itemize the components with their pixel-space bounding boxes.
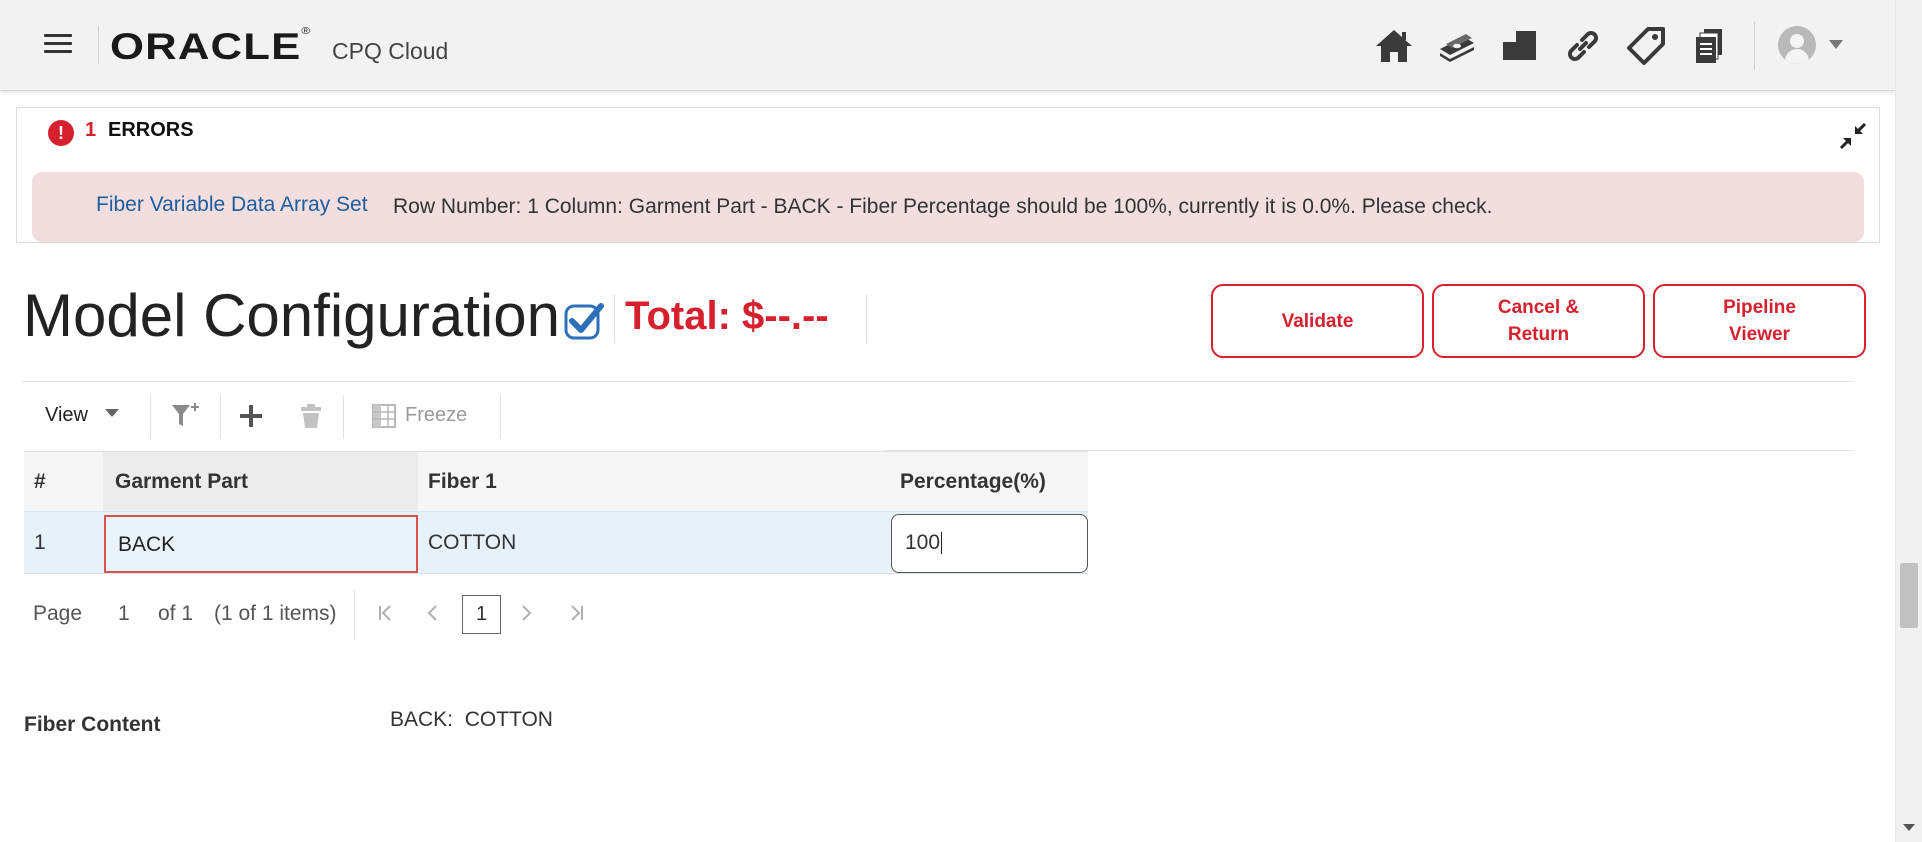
prev-page-icon[interactable] [420,600,444,630]
hamburger-menu-icon[interactable] [44,34,72,54]
column-header-number[interactable]: # [24,452,103,512]
column-header-garment-part[interactable]: Garment Part [103,452,418,512]
page-label: Page [33,602,83,625]
toolbar-divider [220,395,221,439]
link-icon[interactable] [1561,24,1605,68]
fiber-content-label: Fiber Content [24,713,161,736]
add-row-icon[interactable] [234,400,268,432]
error-message: Fiber Variable Data Array Set Row Number… [32,172,1864,242]
page-input[interactable]: 1 [462,595,501,634]
first-page-icon[interactable] [374,600,398,630]
page-items-count: (1 of 1 items) [214,602,337,625]
filter-add-icon[interactable] [168,400,202,432]
toolbar-divider [150,395,151,439]
error-icon: ! [48,120,74,146]
table-row[interactable]: 1 BACK COTTON 100 [24,511,1088,574]
fiber1-cell[interactable]: COTTON [418,512,888,573]
error-count: 1 [85,119,97,141]
tag-icon[interactable] [1624,24,1668,68]
toolbar-divider [343,395,344,439]
pipeline-viewer-button[interactable]: Pipeline Viewer [1653,284,1866,358]
header-divider [98,26,99,64]
page-number: 1 [118,602,130,625]
column-header-fiber1[interactable]: Fiber 1 [418,452,888,512]
home-icon[interactable] [1372,24,1416,68]
user-avatar[interactable] [1778,26,1816,64]
products-icon[interactable] [1498,24,1542,68]
total-price: Total: $--.-- [625,294,829,338]
header-divider [1754,22,1755,70]
row-number: 1 [34,531,46,554]
last-page-icon[interactable] [564,600,588,630]
chevron-down-icon[interactable] [1829,40,1843,49]
chevron-down-icon[interactable] [105,409,119,417]
freeze-button[interactable]: Freeze [405,404,467,427]
toolbar-top-border [22,381,1854,382]
product-name: CPQ Cloud [332,38,449,64]
page-title: Model Configuration [23,282,560,349]
garment-part-cell[interactable]: BACK [104,515,418,573]
errors-panel: ! 1 ERRORS Fiber Variable Data Array Set… [16,107,1880,243]
delete-row-icon[interactable] [294,400,328,432]
fiber-content-value: BACK: COTTON [390,708,553,731]
toolbar-divider [500,395,501,439]
collapse-icon[interactable] [1839,122,1867,150]
errors-title: ERRORS [108,119,194,141]
percentage-input[interactable]: 100 [891,514,1088,573]
next-page-icon[interactable] [515,600,539,630]
view-menu-button[interactable]: View [45,404,88,427]
oracle-logo[interactable]: ORACLE® [110,26,311,68]
pager-divider [354,590,355,640]
title-divider [866,295,867,343]
scrollbar-thumb[interactable] [1900,563,1918,628]
title-divider [614,295,615,343]
money-icon[interactable] [1435,24,1479,68]
documents-icon[interactable] [1687,24,1731,68]
app-header: ORACLE® CPQ Cloud [0,0,1895,91]
scroll-down-icon[interactable] [1903,824,1915,831]
column-header-percentage[interactable]: Percentage(%) [890,452,1088,512]
error-text: Row Number: 1 Column: Garment Part - BAC… [393,195,1493,218]
checkmark-icon [563,300,605,342]
page-of-total: of 1 [158,602,194,625]
validate-button[interactable]: Validate [1211,284,1424,358]
freeze-icon[interactable] [367,400,401,432]
page-scrollbar[interactable] [1895,0,1922,842]
cancel-return-button[interactable]: Cancel & Return [1432,284,1645,358]
table-header: # Garment Part Fiber 1 Percentage(%) [24,451,1088,512]
error-link[interactable]: Fiber Variable Data Array Set [96,193,368,217]
